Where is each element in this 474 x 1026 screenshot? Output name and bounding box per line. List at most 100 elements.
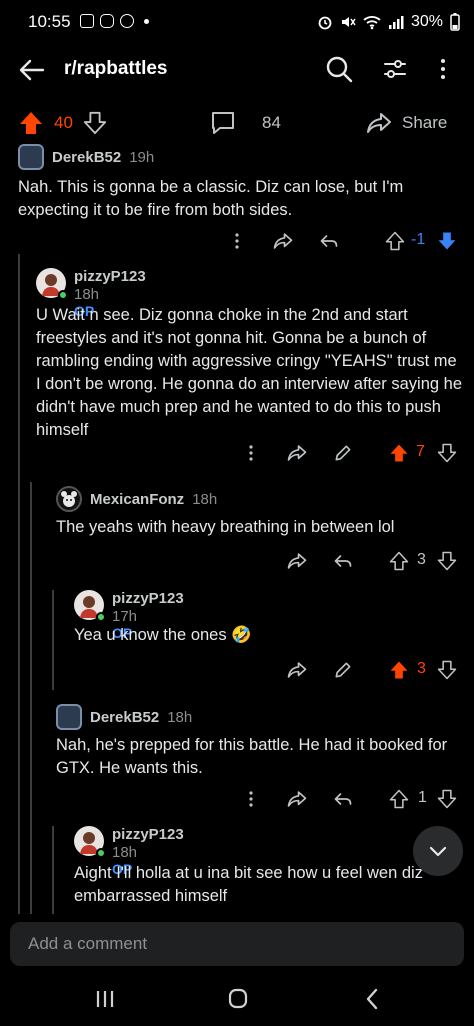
scroll-down-button[interactable] <box>413 826 463 876</box>
avatar[interactable] <box>74 590 106 622</box>
comment-body: The yeahs with heavy breathing in betwee… <box>56 518 395 536</box>
comment-username[interactable]: DerekB52 <box>90 709 159 726</box>
avatar[interactable] <box>56 486 82 512</box>
gallery-icon <box>80 14 94 28</box>
vote-count: 7 <box>416 443 425 460</box>
more-button[interactable] <box>224 228 250 254</box>
upvote-button[interactable] <box>386 548 412 574</box>
comment-username[interactable]: pizzyP123 <box>112 826 184 843</box>
thread-line[interactable] <box>30 482 32 914</box>
reply-icon <box>334 793 352 805</box>
avatar[interactable] <box>74 826 106 858</box>
comment-header: DerekB52 19h <box>18 144 154 170</box>
share-button[interactable] <box>284 786 310 812</box>
reply-button[interactable] <box>330 786 356 812</box>
comment-username[interactable]: MexicanFonz <box>90 491 184 508</box>
avatar[interactable] <box>56 704 82 730</box>
comment-time: 18h <box>112 844 138 861</box>
subreddit-title[interactable]: r/rapbattles <box>64 58 167 80</box>
share-button[interactable] <box>284 657 310 683</box>
reply-icon <box>334 555 352 567</box>
comment-actions: 3 <box>0 657 474 687</box>
comment-header: MexicanFonz 18h <box>56 486 217 512</box>
downvote-icon[interactable] <box>83 111 107 135</box>
status-bar: 10:55 30% <box>0 0 474 44</box>
share-label: Share <box>402 113 448 132</box>
post-comments-button[interactable]: 84 <box>210 110 281 136</box>
downvote-icon <box>437 443 457 463</box>
reply-button[interactable] <box>316 228 342 254</box>
signal-icon <box>388 16 404 29</box>
comment-actions: 3 <box>0 548 474 578</box>
comment-username[interactable]: pizzyP123 <box>112 590 184 607</box>
upvote-button[interactable] <box>386 440 412 466</box>
comment-body: U Wait n see. Diz gonna choke in the 2nd… <box>36 306 463 439</box>
reply-button[interactable] <box>330 548 356 574</box>
share-icon <box>287 662 307 678</box>
chat-icon <box>120 14 134 28</box>
share-icon <box>273 233 293 249</box>
wifi-icon <box>363 16 381 30</box>
upvote-button[interactable] <box>382 228 408 254</box>
status-time: 10:55 <box>28 12 71 31</box>
comment-actions: -1 <box>0 228 474 258</box>
upvote-icon <box>389 551 409 571</box>
upvote-button[interactable] <box>386 786 412 812</box>
edit-button[interactable] <box>330 657 356 683</box>
share-button[interactable] <box>284 440 310 466</box>
thread-line[interactable] <box>52 826 54 914</box>
recent-apps-button[interactable] <box>90 986 120 1012</box>
avatar[interactable] <box>36 268 68 300</box>
avatar[interactable] <box>18 144 44 170</box>
pencil-icon <box>335 445 351 461</box>
downvote-button[interactable] <box>434 548 460 574</box>
post-action-bar: 40 84 Share <box>0 104 474 144</box>
filter-icon <box>384 60 406 78</box>
battery-icon <box>450 13 460 31</box>
home-button[interactable] <box>223 986 253 1012</box>
more-vertical-icon <box>235 233 239 249</box>
comment-body: Nah, he's prepped for this battle. He ha… <box>56 736 448 777</box>
share-button[interactable] <box>284 548 310 574</box>
post-share-button[interactable]: Share <box>366 110 447 136</box>
downvote-icon <box>437 660 457 680</box>
downvote-button[interactable] <box>434 657 460 683</box>
system-icons: 30% <box>317 13 460 31</box>
comment-username[interactable]: pizzyP123 <box>74 268 146 285</box>
share-icon <box>367 113 391 133</box>
comment-actions: 1 <box>0 786 474 816</box>
add-comment-input[interactable]: Add a comment <box>10 922 464 966</box>
comment-actions: 7 <box>0 440 474 470</box>
more-vertical-icon <box>441 59 445 79</box>
comment-time: 17h <box>112 608 138 625</box>
comment-username[interactable]: DerekB52 <box>52 149 121 166</box>
share-button[interactable] <box>270 228 296 254</box>
upvote-filled-icon[interactable] <box>18 110 44 136</box>
back-button[interactable] <box>16 54 48 86</box>
upvote-icon <box>385 231 405 251</box>
reply-icon <box>320 235 338 247</box>
sort-filter-button[interactable] <box>380 54 410 84</box>
downvote-icon <box>437 551 457 571</box>
chevron-down-icon <box>429 846 447 857</box>
search-button[interactable] <box>324 54 354 84</box>
app-header: r/rapbattles <box>0 44 474 98</box>
more-button[interactable] <box>238 440 264 466</box>
vote-count: 1 <box>418 789 427 806</box>
more-button[interactable] <box>238 786 264 812</box>
system-nav-bar <box>0 972 474 1026</box>
back-nav-button[interactable] <box>358 986 388 1012</box>
home-icon <box>228 988 248 1009</box>
vote-count: 3 <box>417 551 426 568</box>
online-indicator <box>58 290 68 300</box>
more-vertical-icon <box>249 445 253 461</box>
more-options-button[interactable] <box>428 54 458 84</box>
downvote-button[interactable] <box>434 228 460 254</box>
upvote-filled-icon <box>390 661 408 679</box>
downvote-button[interactable] <box>434 440 460 466</box>
upvote-button[interactable] <box>386 657 412 683</box>
post-vote-group: 40 <box>18 110 107 136</box>
edit-button[interactable] <box>330 440 356 466</box>
share-icon <box>287 553 307 569</box>
downvote-button[interactable] <box>434 786 460 812</box>
